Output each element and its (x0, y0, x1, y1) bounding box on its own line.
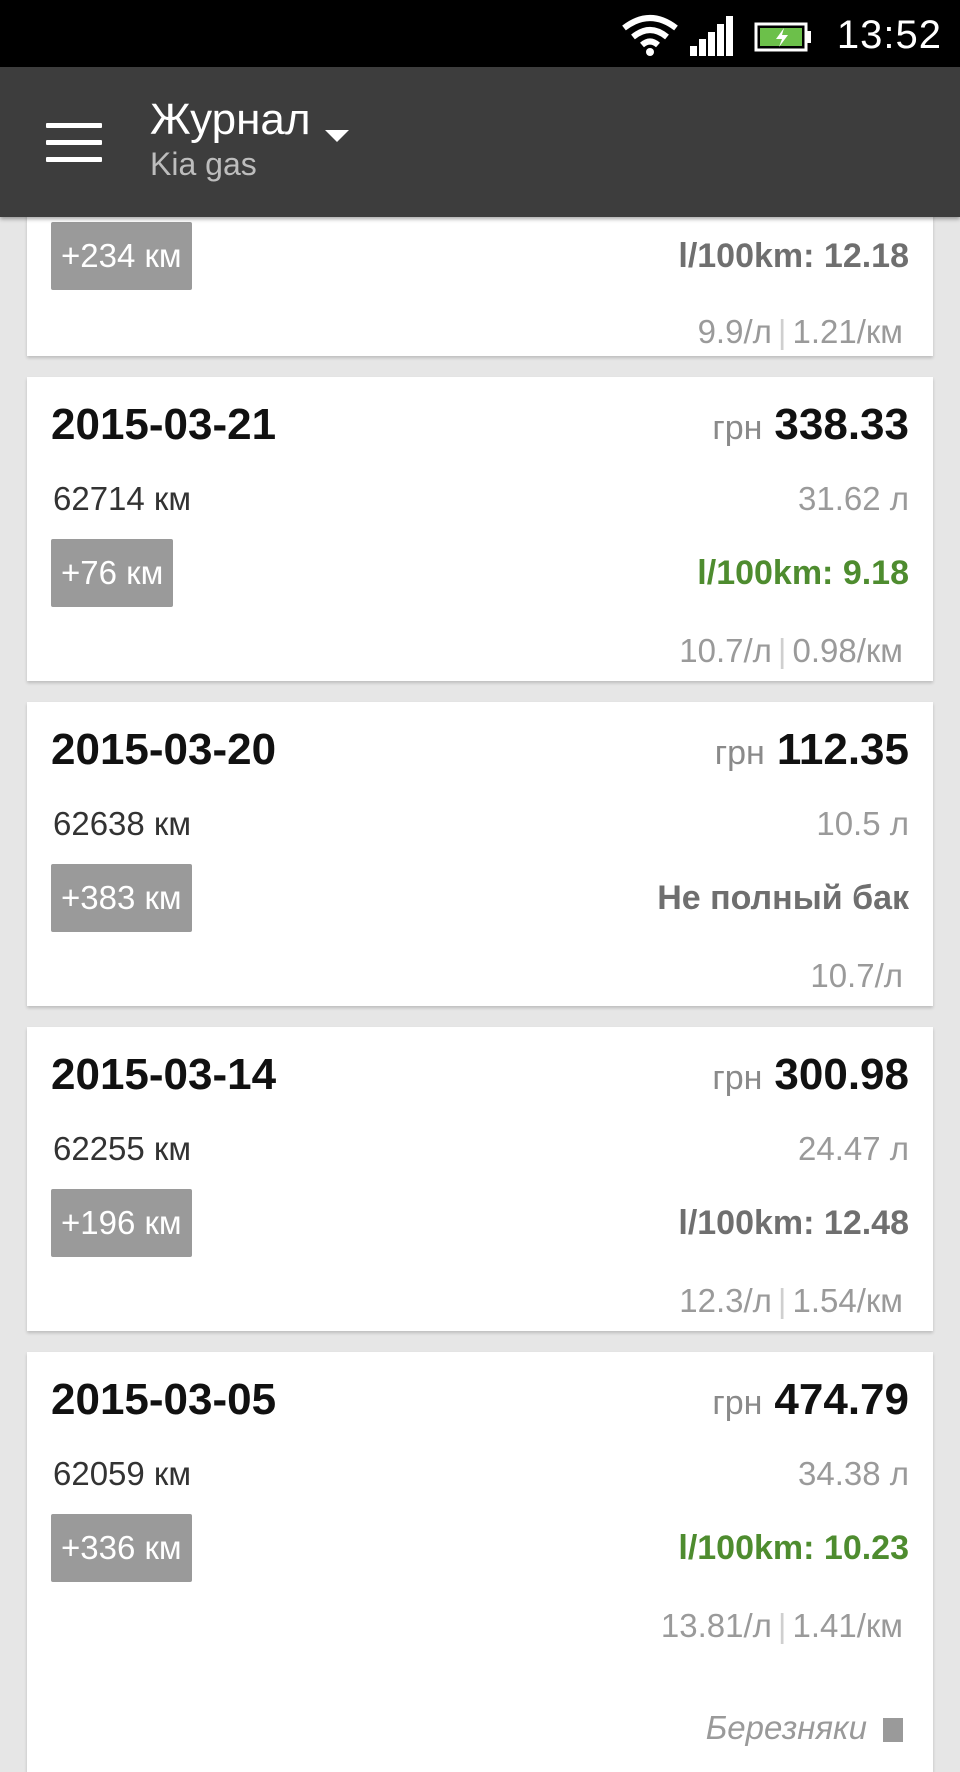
signal-strength-icon (690, 16, 733, 56)
unit-price: 10.7/л (679, 632, 772, 669)
fuel-volume: 24.47 л (797, 1130, 909, 1167)
unit-costs: 13.81/л | 1.41/км (660, 1607, 903, 1644)
entry-price: грн 338.33 (712, 397, 909, 463)
action-bar: Журнал Kia gas (0, 67, 960, 217)
price-amount: 112.35 (776, 725, 909, 774)
log-entry-card[interactable]: 2015-03-14 грн 300.98 62255 км 24.47 л +1… (27, 1027, 933, 1331)
consumption-value: l/100km: 10.23 (678, 1529, 909, 1567)
odometer-reading: 62638 км (53, 805, 192, 842)
unit-costs: 9.9/л | 1.21/км (697, 313, 903, 350)
entry-date: 2015-03-20 (51, 725, 277, 774)
station-name: Березняки (706, 1708, 903, 1748)
cost-per-km: 1.54/км (792, 1282, 903, 1319)
partial-fill-label: Не полный бак (657, 879, 909, 917)
status-bar: 13:52 (0, 0, 960, 67)
currency-label: грн (714, 734, 765, 772)
dropdown-arrow-icon (324, 129, 349, 142)
log-entry-card[interactable]: 2015-03-05 грн 474.79 62059 км 34.38 л +3… (27, 1352, 933, 1772)
odometer-reading: 62714 км (53, 480, 192, 517)
distance-badge: +234 км (51, 222, 192, 290)
fuel-volume: 34.38 л (797, 1455, 909, 1492)
cost-per-km: 0.98/км (792, 632, 903, 669)
unit-costs: 10.7/л | 0.98/км (679, 632, 903, 669)
unit-price: 13.81/л (660, 1607, 772, 1644)
entry-date: 2015-03-14 (51, 1050, 277, 1099)
entry-price: грн 300.98 (712, 1047, 909, 1113)
odometer-reading: 62059 км (53, 1455, 192, 1492)
fuel-volume: 31.62 л (797, 480, 909, 517)
wifi-icon (622, 15, 678, 56)
currency-label: грн (712, 1384, 763, 1422)
entry-price: грн 474.79 (712, 1372, 909, 1438)
currency-label: грн (712, 409, 763, 447)
consumption-value: l/100km: 9.18 (697, 554, 909, 592)
odometer-reading: 62255 км (53, 1130, 192, 1167)
consumption-value: l/100km: 12.48 (678, 1204, 909, 1242)
distance-badge: +336 км (51, 1514, 192, 1582)
vehicle-name: Kia gas (150, 146, 257, 182)
distance-badge: +76 км (51, 539, 174, 607)
log-entry-card[interactable]: 2015-03-21 грн 338.33 62714 км 31.62 л +7… (27, 377, 933, 681)
log-entry-card[interactable]: 2015-03-20 грн 112.35 62638 км 10.5 л +38… (27, 702, 933, 1006)
note-icon (883, 1718, 903, 1743)
unit-price: 12.3/л (679, 1282, 772, 1319)
battery-charging-icon (754, 22, 811, 52)
page-title: Журнал (150, 95, 311, 144)
fuel-volume: 10.5 л (816, 805, 909, 842)
price-amount: 474.79 (774, 1375, 909, 1424)
clock: 13:52 (836, 13, 942, 57)
station-label: Березняки (705, 1709, 867, 1746)
unit-costs: 10.7/л (810, 956, 903, 996)
entry-price: грн 112.35 (715, 722, 909, 788)
consumption-value: l/100km: 12.18 (678, 237, 909, 275)
title-dropdown[interactable]: Журнал Kia gas (150, 95, 349, 183)
distance-badge: +196 км (51, 1189, 192, 1257)
hamburger-menu-icon[interactable] (46, 123, 102, 163)
unit-price: 9.9/л (697, 313, 772, 350)
entry-date: 2015-03-21 (51, 400, 277, 449)
cost-per-km: 1.21/км (792, 313, 903, 350)
unit-costs: 12.3/л | 1.54/км (679, 1282, 903, 1319)
currency-label: грн (712, 1059, 763, 1097)
entry-date: 2015-03-05 (51, 1375, 277, 1424)
price-amount: 300.98 (774, 1050, 909, 1099)
unit-price: 10.7/л (810, 957, 903, 994)
distance-badge: +383 км (51, 864, 192, 932)
price-amount: 338.33 (774, 400, 909, 449)
cost-per-km: 1.41/км (792, 1607, 903, 1644)
